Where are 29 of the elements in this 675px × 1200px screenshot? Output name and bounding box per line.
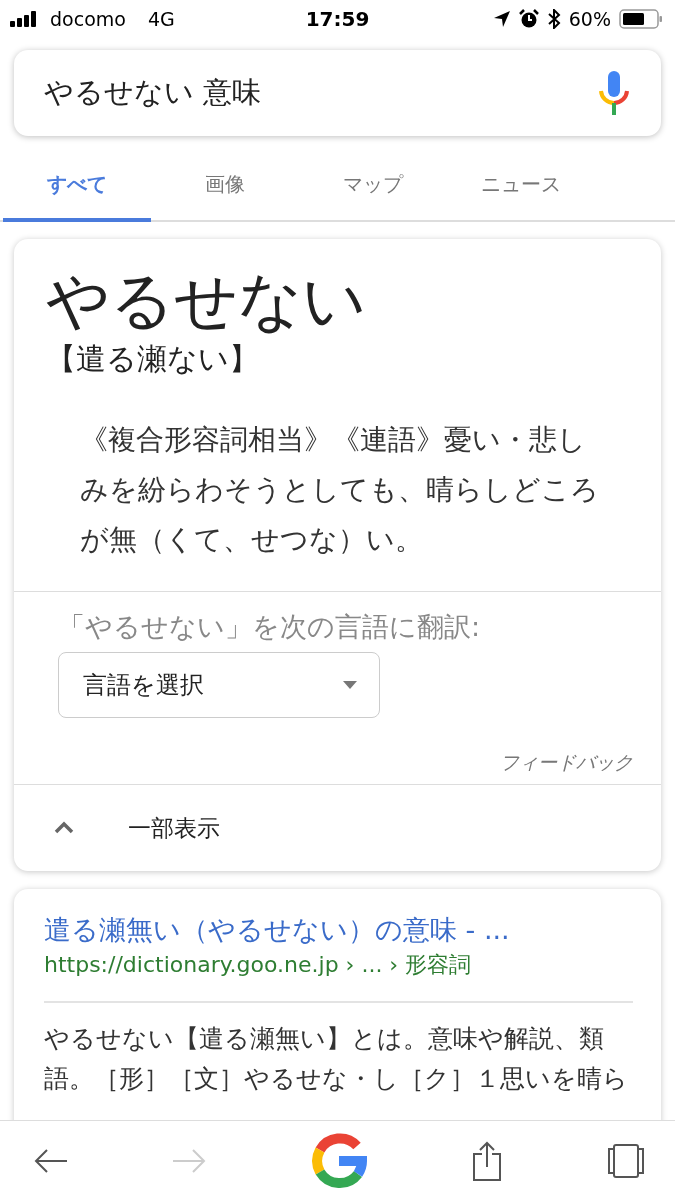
definition-text: 《複合形容詞相当》《連語》憂い・悲しみを紛らわそうとしても、晴らしどころが無（くて、せつな）い。 [80,422,600,558]
result-title-link[interactable]: 遣る瀬無い（やるせない）の意味 - ... [44,911,633,949]
location-arrow-icon [492,10,511,28]
translate-label: 「やるせない」を次の言語に翻訳: [58,610,482,644]
carrier-name: docomo [50,8,126,30]
share-icon[interactable] [470,1140,503,1181]
search-field[interactable]: やるせない 意味 [14,50,661,136]
battery-icon [619,9,663,29]
feedback-link[interactable]: フィードバック [500,750,633,776]
result-url: https://dictionary.goo.ne.jp › ... › 形容詞 [44,949,633,1003]
bluetooth-icon [546,9,561,29]
alarm-clock-icon [518,9,539,29]
search-tab[interactable]: マップ [299,150,447,222]
search-tab[interactable]: ニュース [447,150,595,222]
search-tab[interactable]: すべて [3,150,151,222]
kanji-spelling: 【遣る瀬ない】 [46,341,260,377]
language-dropdown[interactable]: 言語を選択 [58,652,380,718]
clock-time: 17:59 [305,7,370,31]
google-logo-icon[interactable] [310,1132,367,1189]
back-arrow-icon[interactable] [34,1147,68,1174]
microphone-icon[interactable] [597,69,631,117]
tabs-icon[interactable] [607,1143,645,1178]
dropdown-arrow-icon [343,681,357,689]
battery-percent: 60% [568,8,611,30]
collapse-row[interactable]: 一部表示 [14,785,661,871]
headword: やるせない [46,265,367,337]
network-type: 4G [147,8,175,30]
search-tab[interactable]: 画像 [151,150,299,222]
result-snippet: やるせない【遣る瀬無い】とは。意味や解説、類語。［形］［文］やるせな・し［ク］１思いを晴ら [44,1023,629,1095]
